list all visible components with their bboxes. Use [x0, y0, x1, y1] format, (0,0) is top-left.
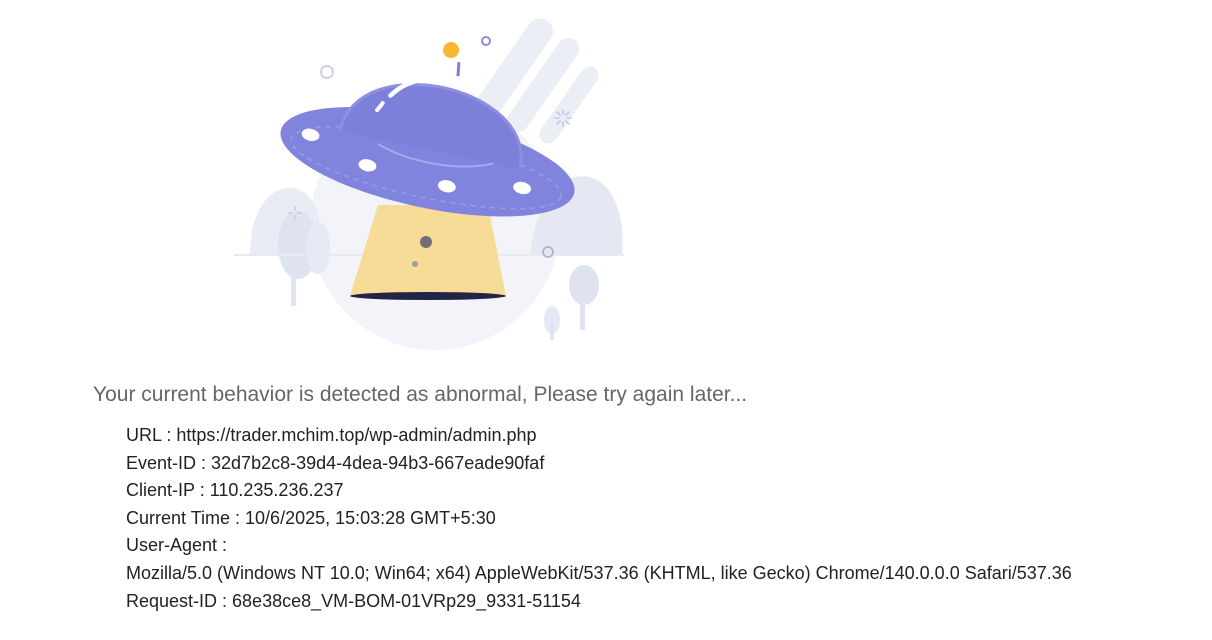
request-id-line: Request-ID : 68e38ce8_VM-BOM-01VRp29_933…: [126, 590, 581, 611]
client-ip-line: Client-IP : 110.235.236.237: [126, 480, 344, 501]
event-id-line: Event-ID : 32d7b2c8-39d4-4dea-94b3-667ea…: [126, 452, 545, 473]
user-agent-label: User-Agent :: [126, 535, 228, 556]
ufo-illustration-icon: [234, 18, 624, 350]
user-agent-value: Mozilla/5.0 (Windows NT 10.0; Win64; x64…: [126, 562, 1072, 583]
request-details: URL : https://trader.mchim.top/wp-admin/…: [126, 422, 1072, 615]
abnormal-behavior-message: Your current behavior is detected as abn…: [93, 383, 748, 406]
current-time-line: Current Time : 10/6/2025, 15:03:28 GMT+5…: [126, 507, 496, 528]
url-line: URL : https://trader.mchim.top/wp-admin/…: [126, 425, 537, 445]
error-page: Your current behavior is detected as abn…: [0, 0, 1212, 640]
